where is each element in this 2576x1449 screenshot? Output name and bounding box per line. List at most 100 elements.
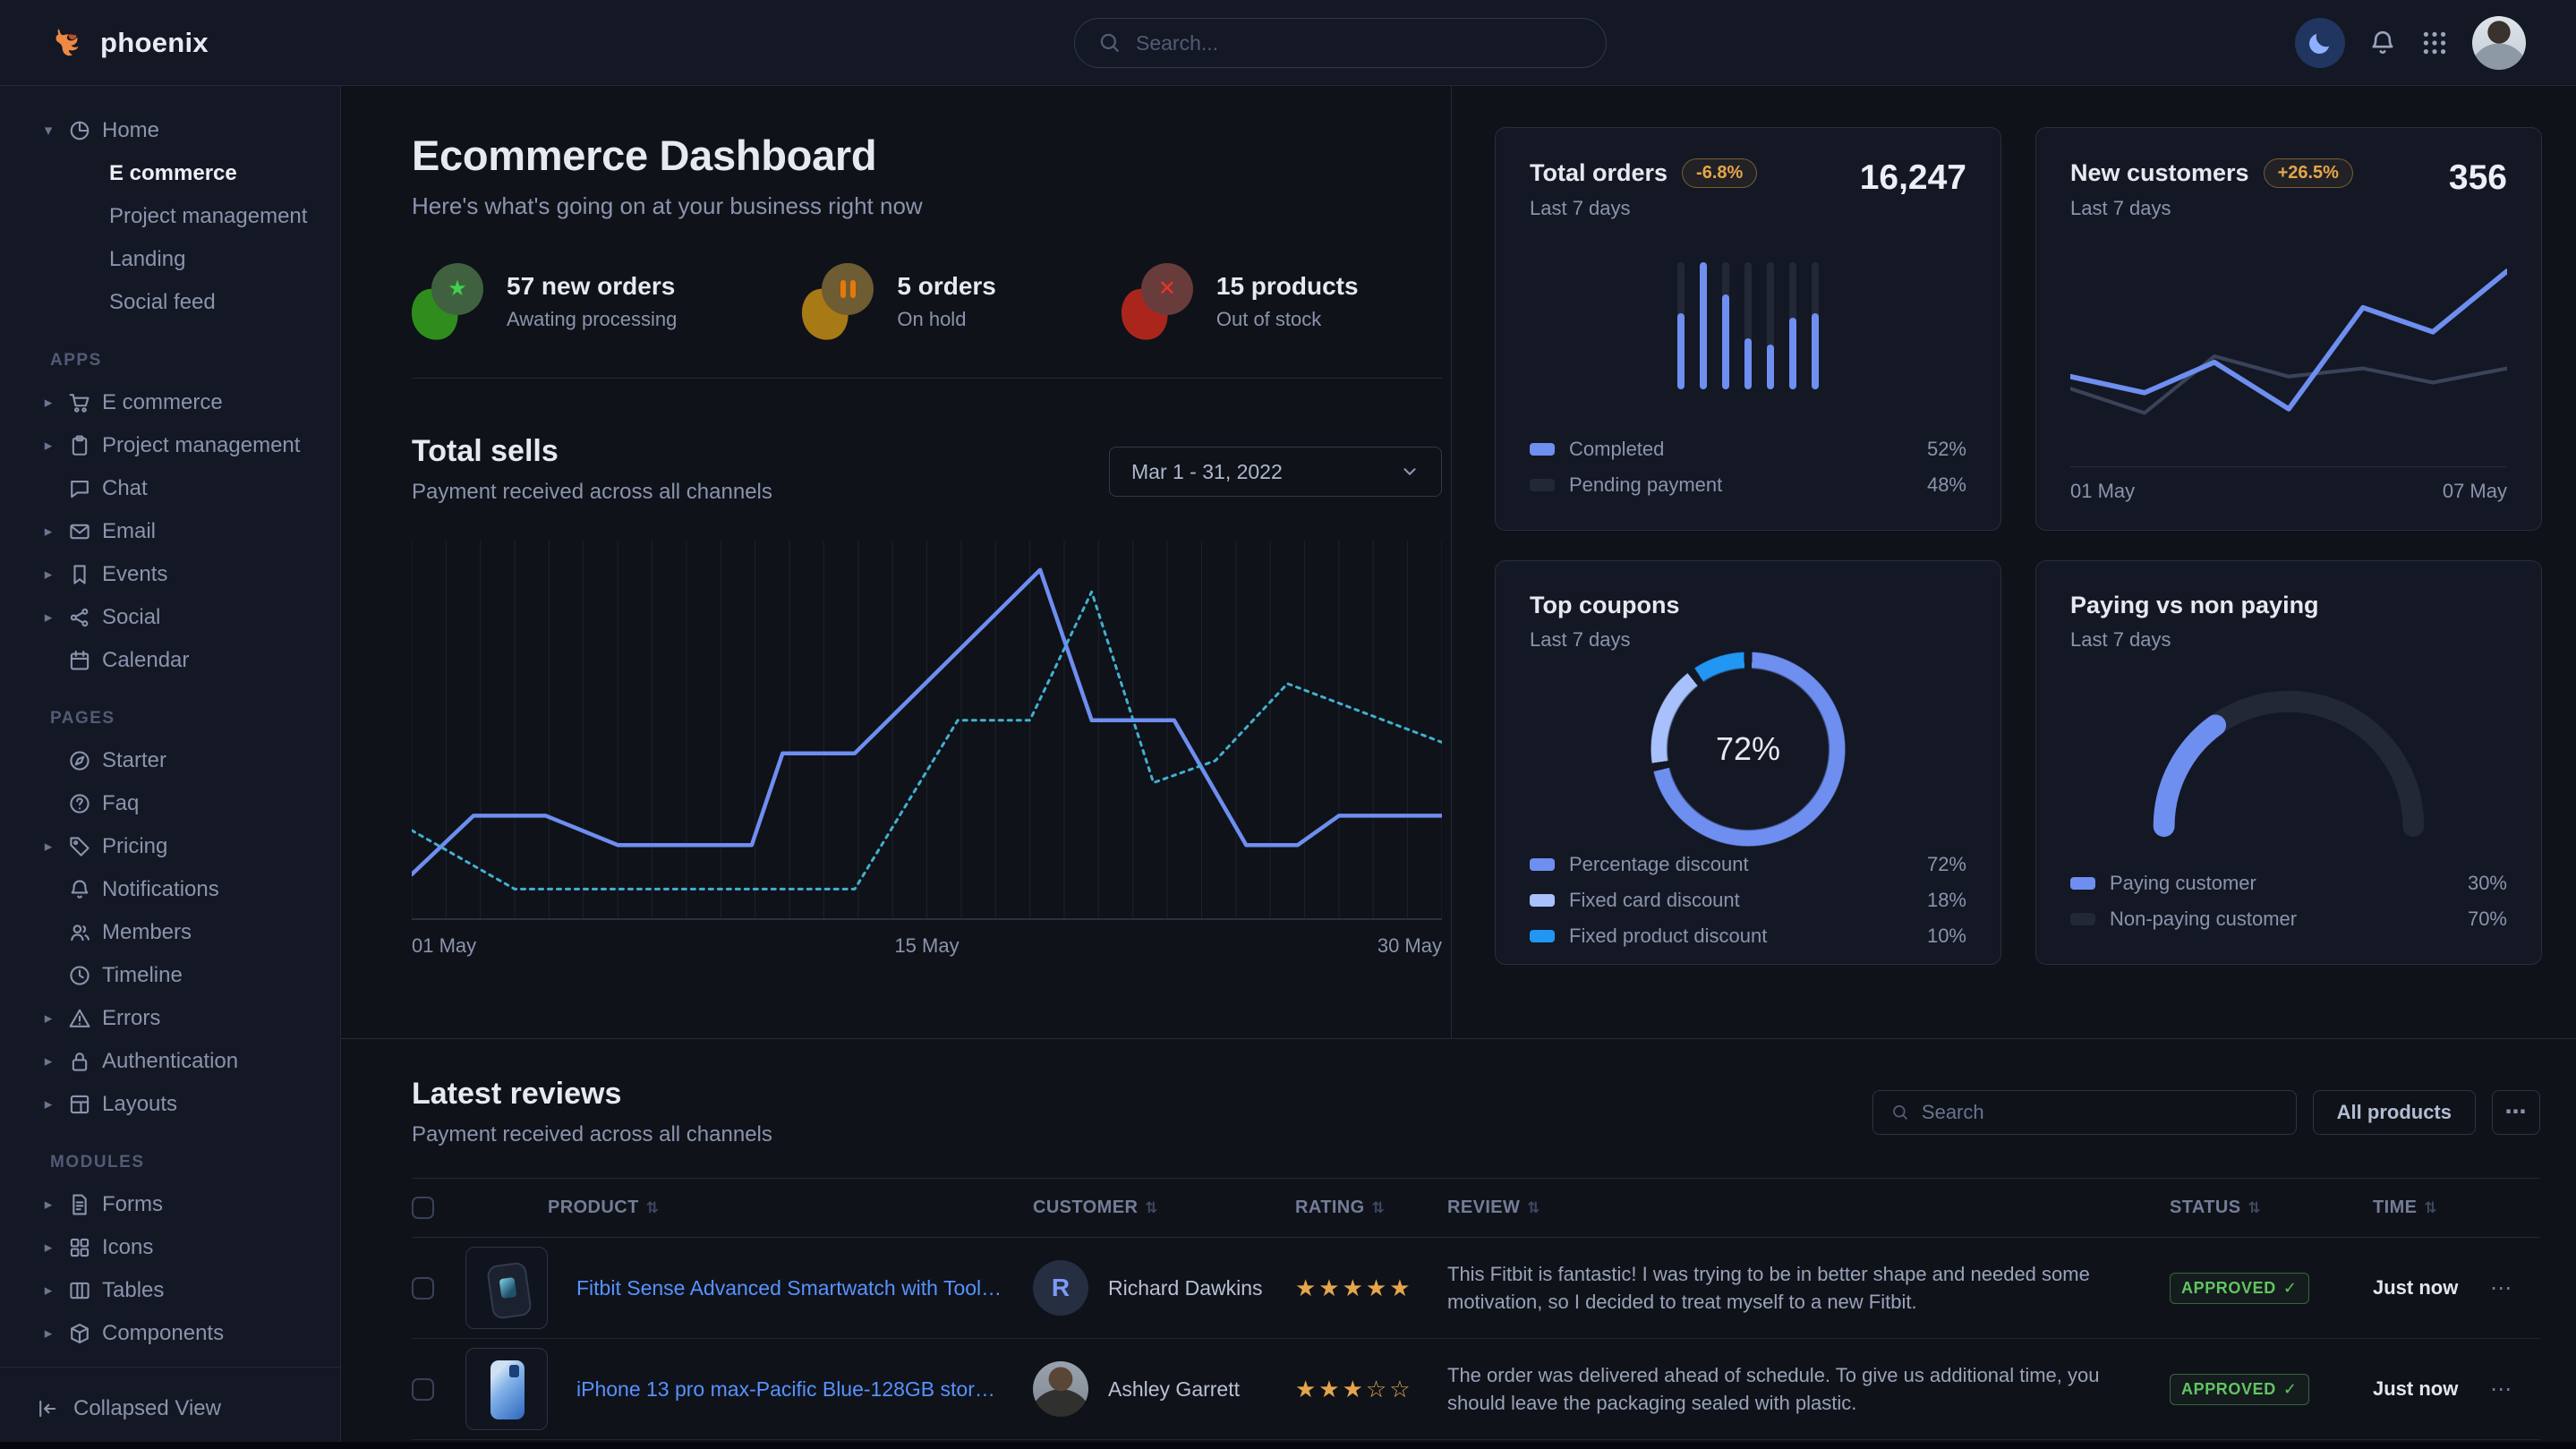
all-products-filter-button[interactable]: All products: [2313, 1090, 2476, 1135]
sidebar-item-pricing[interactable]: ▸Pricing: [23, 825, 324, 868]
sidebar-item-label: Social: [102, 605, 160, 630]
sidebar-item-label: Notifications: [102, 877, 219, 902]
check-icon: ✓: [2283, 1279, 2298, 1298]
sidebar-item-faq[interactable]: Faq: [23, 782, 324, 825]
sidebar-nav: ▾HomeE commerceProject managementLanding…: [0, 86, 340, 1367]
sidebar-item-label: Email: [102, 519, 156, 544]
product-link[interactable]: iPhone 13 pro max-Pacific Blue-128GB sto…: [576, 1377, 1033, 1402]
column-header-status[interactable]: STATUS⇅: [2170, 1198, 2373, 1218]
legend-value: 48%: [1927, 473, 1966, 497]
sidebar-item-timeline[interactable]: Timeline: [23, 954, 324, 997]
sidebar-item-chat[interactable]: Chat: [23, 467, 324, 510]
status-label: APPROVED: [2181, 1279, 2276, 1298]
brand-logo[interactable]: phoenix: [50, 24, 209, 62]
sidebar-item-home[interactable]: ▾Home: [23, 109, 324, 152]
sidebar-item-forms[interactable]: ▸Forms: [23, 1183, 324, 1226]
sidebar-subitem-project-management[interactable]: Project management: [23, 195, 324, 238]
reviews-more-button[interactable]: ⋯: [2492, 1090, 2540, 1135]
sidebar-item-project-management[interactable]: ▸Project management: [23, 424, 324, 467]
column-header-customer[interactable]: CUSTOMER⇅: [1033, 1198, 1295, 1218]
column-header-rating[interactable]: RATING⇅: [1295, 1198, 1447, 1218]
caret-right-icon: ▸: [39, 1095, 57, 1113]
sidebar-item-icons[interactable]: ▸Icons: [23, 1226, 324, 1269]
sidebar-item-tables[interactable]: ▸Tables: [23, 1269, 324, 1312]
quick-stats-row: ★57 new ordersAwating processing 5 orders…: [412, 263, 1442, 379]
compass-icon: [68, 749, 91, 772]
sidebar: ▾HomeE commerceProject managementLanding…: [0, 86, 341, 1449]
order-bar: [1789, 262, 1796, 389]
sidebar-item-email[interactable]: ▸ Email: [23, 510, 324, 553]
global-search[interactable]: [1074, 18, 1607, 68]
product-thumbnail-smartwatch[interactable]: [465, 1247, 548, 1329]
customer-cell: Ashley Garrett: [1033, 1361, 1295, 1417]
reviews-search[interactable]: [1872, 1090, 2297, 1135]
sidebar-item-label: Authentication: [102, 1049, 238, 1074]
total-sells-chart: [412, 541, 1442, 920]
sidebar-item-label: Forms: [102, 1192, 163, 1217]
sidebar-item-label: Errors: [102, 1006, 160, 1031]
sidebar-item-layouts[interactable]: ▸Layouts: [23, 1083, 324, 1126]
chat-icon: [68, 477, 91, 500]
legend-value: 30%: [2468, 872, 2507, 895]
sidebar-item-errors[interactable]: ▸Errors: [23, 997, 324, 1040]
sidebar-item-authentication[interactable]: ▸ Authentication: [23, 1040, 324, 1083]
total-sells-title: Total sells: [412, 434, 772, 469]
date-range-value: Mar 1 - 31, 2022: [1131, 460, 1283, 484]
users-icon: [68, 921, 91, 944]
row-checkbox[interactable]: [412, 1378, 434, 1401]
collapse-left-icon: [36, 1397, 59, 1420]
sidebar-item-label: Starter: [102, 748, 166, 773]
theme-toggle-button[interactable]: [2295, 18, 2345, 68]
caret-right-icon: ▸: [39, 523, 57, 541]
row-more-button[interactable]: ⋯: [2490, 1275, 2540, 1301]
bell-icon: [2368, 29, 2397, 57]
sidebar-collapse-toggle[interactable]: Collapsed View: [0, 1367, 340, 1449]
sidebar-item-label: Events: [102, 562, 167, 587]
sidebar-item-starter[interactable]: Starter: [23, 739, 324, 782]
sidebar-item-e-commerce[interactable]: ▸E commerce: [23, 381, 324, 424]
mail-icon: [68, 520, 91, 543]
sidebar-item-components[interactable]: ▸Components: [23, 1312, 324, 1355]
product-thumbnail-iphone[interactable]: [465, 1348, 548, 1430]
total-sells-header: Total sells Payment received across all …: [412, 434, 1442, 505]
product-link[interactable]: Fitbit Sense Advanced Smartwatch with To…: [576, 1276, 1033, 1300]
stat-caption: On hold: [897, 308, 996, 331]
x-tick: 07 May: [2443, 480, 2507, 503]
global-search-input[interactable]: [1136, 31, 1582, 55]
caret-right-icon: ▸: [39, 1053, 57, 1070]
stat-out-of-stock: ✕15 productsOut of stock: [1122, 263, 1359, 340]
reviews-search-input[interactable]: [1922, 1101, 2278, 1124]
column-header-review[interactable]: REVIEW⇅: [1447, 1198, 2170, 1218]
bell-icon: [68, 878, 91, 901]
date-range-select[interactable]: Mar 1 - 31, 2022: [1109, 447, 1442, 497]
sidebar-item-social[interactable]: ▸Social: [23, 596, 324, 639]
customer-avatar-initial: R: [1033, 1260, 1088, 1316]
row-more-button[interactable]: ⋯: [2490, 1377, 2540, 1402]
stat-value: 5 orders: [897, 272, 996, 301]
sidebar-subitem-landing[interactable]: Landing: [23, 238, 324, 281]
rating-stars: ★★★★★: [1295, 1274, 1447, 1302]
time-cell: Just now: [2373, 1377, 2490, 1401]
sidebar-section-heading: APPS: [50, 351, 324, 371]
sidebar-item-notifications[interactable]: Notifications: [23, 868, 324, 911]
notifications-button[interactable]: [2368, 29, 2397, 57]
stat-caption: Awating processing: [507, 308, 677, 331]
coupons-legend: Percentage discount72%Fixed card discoun…: [1530, 847, 1966, 954]
sidebar-subitem-social-feed[interactable]: Social feed: [23, 281, 324, 324]
stat-awating-processing: ★57 new ordersAwating processing: [412, 263, 677, 340]
select-all-checkbox[interactable]: [412, 1197, 434, 1219]
row-checkbox[interactable]: [412, 1277, 434, 1300]
sidebar-item-events[interactable]: ▸Events: [23, 553, 324, 596]
apps-grid-button[interactable]: [2420, 29, 2449, 57]
column-header-product[interactable]: PRODUCT⇅: [465, 1198, 1033, 1218]
sidebar-subitem-e-commerce[interactable]: E commerce: [23, 152, 324, 195]
sidebar-item-label: Pricing: [102, 834, 167, 859]
sidebar-item-calendar[interactable]: Calendar: [23, 639, 324, 682]
pause-icon: [840, 280, 856, 298]
column-header-time[interactable]: TIME⇅: [2373, 1198, 2490, 1218]
sidebar-item-members[interactable]: Members: [23, 911, 324, 954]
x-tick: 30 May: [1378, 934, 1442, 958]
user-avatar[interactable]: [2472, 16, 2526, 70]
customer-name: Ashley Garrett: [1108, 1377, 1240, 1402]
legend-item-pending-payment: Pending payment48%: [1530, 467, 1966, 503]
